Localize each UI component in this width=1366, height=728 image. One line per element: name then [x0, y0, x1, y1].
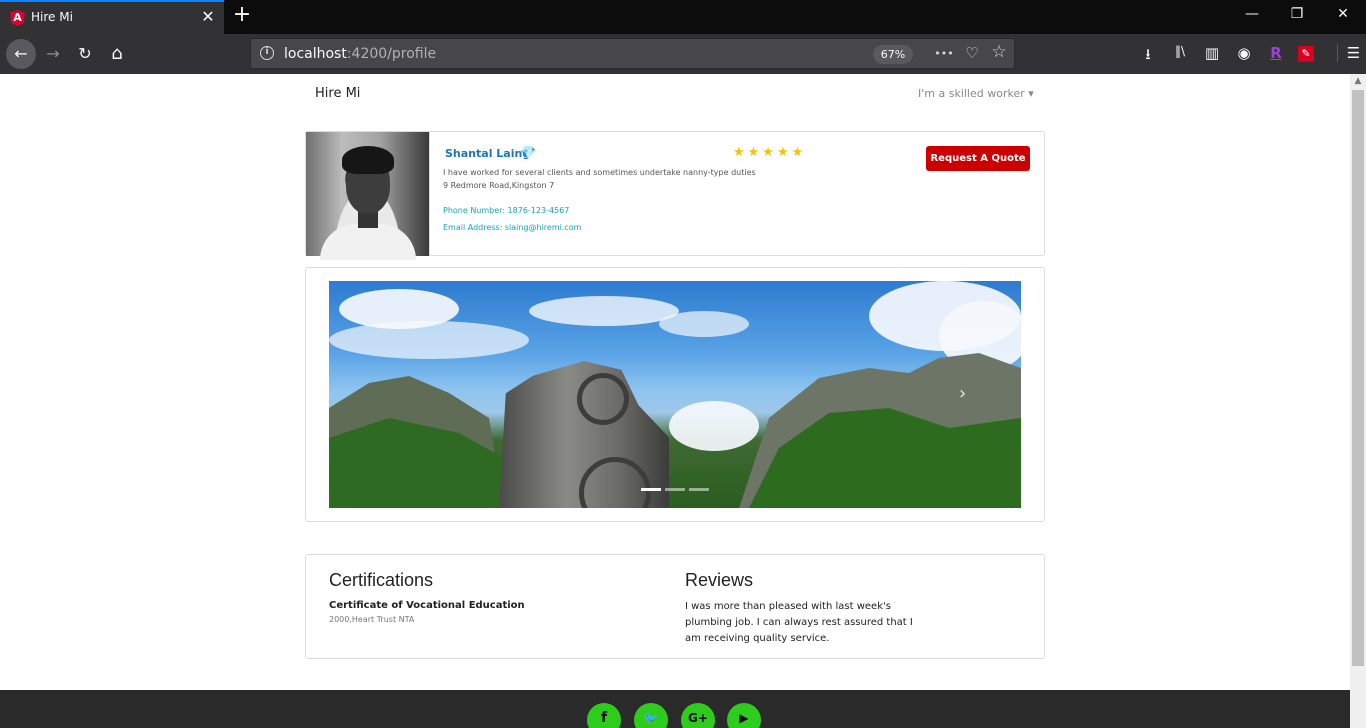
info-icon[interactable]: i: [260, 46, 274, 60]
menu-icon[interactable]: ☰: [1337, 44, 1363, 62]
zoom-level[interactable]: 67%: [873, 45, 913, 64]
twitter-icon[interactable]: 🐦: [634, 703, 668, 728]
worker-name[interactable]: Shantal Laing: [445, 147, 530, 160]
photo-shoulders: [320, 224, 416, 260]
scroll-thumb[interactable]: [1352, 90, 1364, 666]
photo-hair: [342, 146, 394, 174]
cloud: [659, 311, 749, 337]
browser-tab-bar: A Hire Mi ✕ + — ❐ ✕: [0, 0, 1366, 34]
sync-account-icon[interactable]: ◉: [1234, 44, 1254, 62]
reviews-title: Reviews: [685, 570, 754, 590]
mountains: [329, 353, 1021, 508]
new-tab-icon[interactable]: +: [230, 2, 254, 27]
extension-r-icon[interactable]: R: [1266, 44, 1286, 62]
address-bar[interactable]: i localhost:4200/profile 67% ••• ♡ ☆: [250, 38, 1015, 69]
pocket-icon[interactable]: ♡: [962, 44, 982, 62]
diamond-icon: 💎: [520, 146, 537, 161]
more-icon[interactable]: •••: [934, 47, 954, 60]
request-quote-button[interactable]: Request A Quote: [926, 146, 1030, 171]
certification-name: Certificate of Vocational Education: [329, 600, 525, 611]
browser-toolbar: ← → ↻ ⌂ i localhost:4200/profile 67% •••…: [0, 34, 1366, 74]
close-window-icon[interactable]: ✕: [1333, 6, 1353, 22]
reload-icon[interactable]: ↻: [71, 40, 99, 68]
scroll-up-icon[interactable]: ▲: [1350, 74, 1366, 88]
review-text: I was more than pleased with last week's…: [685, 601, 913, 644]
home-icon[interactable]: ⌂: [103, 40, 131, 68]
facebook-icon[interactable]: f: [587, 703, 621, 728]
page-scrollbar[interactable]: ▲: [1350, 74, 1366, 728]
carousel-indicator-2[interactable]: [665, 488, 685, 491]
library-icon[interactable]: ‖\: [1170, 44, 1190, 58]
ruin-ring: [577, 373, 629, 425]
url-path: :4200/profile: [346, 46, 437, 62]
browser-tab[interactable]: A Hire Mi ✕: [0, 0, 224, 34]
google-plus-icon[interactable]: G+: [681, 703, 715, 728]
carousel-card: ›: [305, 267, 1045, 522]
carousel-next-icon[interactable]: ›: [959, 383, 966, 404]
back-icon[interactable]: ←: [6, 39, 36, 69]
minimize-icon[interactable]: —: [1242, 6, 1262, 22]
tab-title: Hire Mi: [31, 10, 73, 24]
carousel-indicator-1[interactable]: [641, 488, 661, 491]
worker-address: 9 Redmore Road,Kingston 7: [443, 181, 555, 190]
cloud: [529, 296, 679, 326]
page-viewport: Hire Mi I'm a skilled worker ▾ Shantal L…: [0, 74, 1350, 728]
navbar-brand[interactable]: Hire Mi: [315, 86, 360, 101]
download-icon[interactable]: ⭳: [1138, 44, 1158, 69]
profile-card: Shantal Laing 💎 I have worked for severa…: [305, 131, 1045, 260]
worker-phone: Phone Number: 1876-123-4567: [443, 206, 570, 215]
worker-email: Email Address: slaing@hiremi.com: [443, 223, 582, 232]
certification-meta: 2000,Heart Trust NTA: [329, 615, 415, 624]
worker-bio: I have worked for several clients and so…: [443, 168, 756, 177]
url-host: localhost: [284, 46, 347, 62]
star-rating: ★★★★★: [733, 145, 807, 160]
carousel-indicator-3[interactable]: [689, 488, 709, 491]
profile-photo: [306, 132, 430, 260]
certs-reviews-card: Certifications Certificate of Vocational…: [305, 554, 1045, 659]
extension-red-icon[interactable]: ✎: [1298, 46, 1314, 62]
role-dropdown[interactable]: I'm a skilled worker ▾: [918, 87, 1034, 100]
footer: f 🐦 G+ ▶: [0, 690, 1350, 728]
bookmark-star-icon[interactable]: ☆: [989, 42, 1009, 62]
restore-icon[interactable]: ❐: [1287, 6, 1307, 22]
youtube-icon[interactable]: ▶: [727, 703, 761, 728]
url-text[interactable]: localhost:4200/profile: [284, 46, 436, 62]
tab-close-icon[interactable]: ✕: [198, 7, 218, 26]
forward-icon[interactable]: →: [39, 40, 67, 68]
certifications-title: Certifications: [329, 570, 434, 590]
carousel-slide-image: ›: [329, 281, 1021, 508]
angular-icon: A: [10, 10, 25, 26]
sidebar-icon[interactable]: ▥: [1202, 44, 1222, 62]
